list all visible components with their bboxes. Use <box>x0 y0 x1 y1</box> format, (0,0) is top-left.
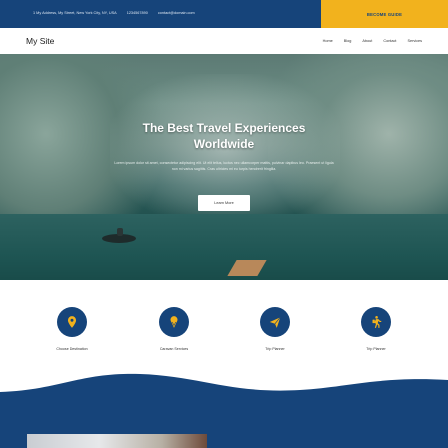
service-label: Trip Planner <box>265 347 285 351</box>
contact-info: 1 My Address, My Street, New York City, … <box>33 11 204 15</box>
ice-cream-icon <box>159 307 189 337</box>
hero-boat-rower <box>117 228 123 236</box>
service-item-trip-planner-2[interactable]: Trip Planner <box>341 307 411 351</box>
service-item-choose-destination[interactable]: Choose Destination <box>37 307 107 351</box>
nav-item-about[interactable]: About <box>362 39 372 43</box>
site-logo[interactable]: My Site <box>26 36 54 46</box>
nav-menu: Home Blog About Contact Services <box>323 39 422 43</box>
service-label: Trip Planner <box>366 347 386 351</box>
top-info-bar: 1 My Address, My Street, New York City, … <box>0 0 448 28</box>
hero-title-line-1: The Best Travel Experiences <box>142 121 306 135</box>
service-label: Caravan Services <box>159 347 189 351</box>
learn-more-button[interactable]: Learn More <box>198 195 250 211</box>
nav-item-contact[interactable]: Contact <box>383 39 396 43</box>
hero-title-line-2: Worldwide <box>193 137 255 151</box>
main-nav: My Site Home Blog About Contact Services <box>0 28 448 54</box>
featured-image <box>27 434 207 448</box>
nav-item-home[interactable]: Home <box>323 39 333 43</box>
service-item-caravan-services[interactable]: Caravan Services <box>139 307 209 351</box>
service-label: Choose Destination <box>56 347 88 351</box>
service-item-trip-planner[interactable]: Trip Planner <box>240 307 310 351</box>
hero-section: The Best Travel Experiences Worldwide Lo… <box>0 54 448 280</box>
email-text[interactable]: contact@domain.com <box>158 11 195 15</box>
hero-description: Lorem ipsum dolor sit amet, consectetur … <box>114 161 334 171</box>
map-marker-icon <box>57 307 87 337</box>
nav-item-services[interactable]: Services <box>407 39 422 43</box>
page: 1 My Address, My Street, New York City, … <box>0 0 448 448</box>
hero-title: The Best Travel Experiences Worldwide <box>0 120 448 152</box>
phone-text: 1234567890 <box>126 11 148 15</box>
address-text: 1 My Address, My Street, New York City, … <box>33 11 117 15</box>
become-guide-button[interactable]: BECOME GUIDE <box>321 0 448 28</box>
hiker-icon <box>361 307 391 337</box>
hero-water <box>0 214 448 280</box>
paper-plane-icon <box>260 307 290 337</box>
nav-item-blog[interactable]: Blog <box>344 39 352 43</box>
